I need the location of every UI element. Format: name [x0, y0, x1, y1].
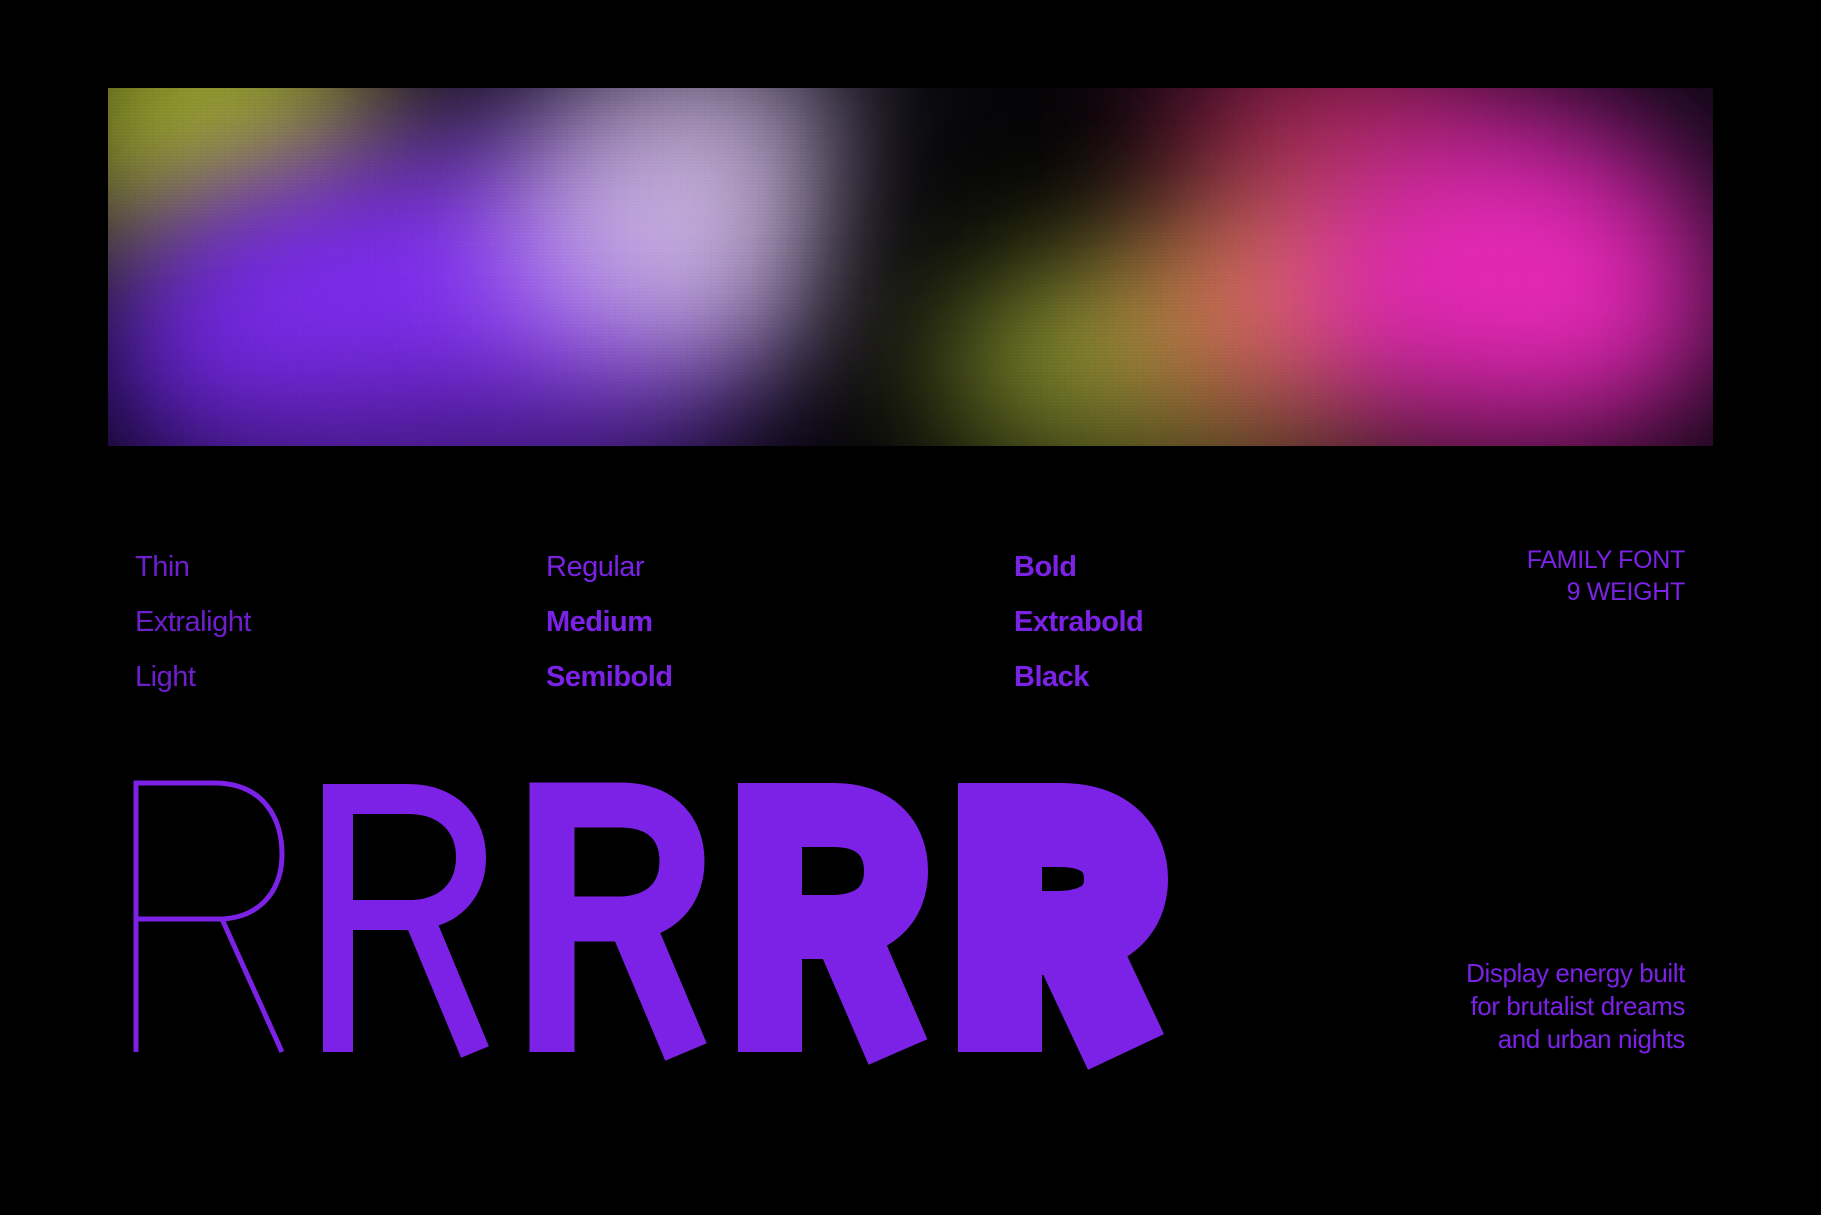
tagline-line2: for brutalist dreams [1470, 991, 1685, 1021]
weight-light: Light [135, 661, 196, 693]
weight-extrabold: Extrabold [1014, 606, 1144, 638]
glyph-r-black [958, 779, 1169, 1079]
weight-column-regular: Regular Medium Semibold [546, 540, 673, 705]
gradient-banner [108, 88, 1713, 446]
weight-column-bold: Bold Extrabold Black [1014, 540, 1144, 705]
tagline: Display energy built for brutalist dream… [1466, 957, 1685, 1056]
weight-regular: Regular [546, 551, 645, 583]
glyph-r-light [323, 779, 503, 1079]
weight-extralight: Extralight [135, 606, 251, 638]
weight-thin: Thin [135, 551, 190, 583]
glyph-r-bold [738, 779, 933, 1079]
weight-column-light: Thin Extralight Light [135, 540, 251, 705]
weight-medium: Medium [546, 606, 653, 638]
glyph-r-regular [529, 779, 715, 1079]
weight-semibold: Semibold [546, 661, 673, 693]
family-font-line1: FAMILY FONT [1526, 546, 1686, 574]
weight-black: Black [1014, 661, 1089, 693]
grain-overlay [108, 88, 1713, 446]
weight-bold: Bold [1014, 551, 1077, 583]
glyph-r-thin [133, 779, 304, 1079]
tagline-line1: Display energy built [1466, 958, 1685, 988]
family-font-label: FAMILY FONT 9 WEIGHT [1526, 544, 1686, 608]
family-font-line2: 9 WEIGHT [1566, 578, 1686, 606]
tagline-line3: and urban nights [1497, 1024, 1686, 1054]
